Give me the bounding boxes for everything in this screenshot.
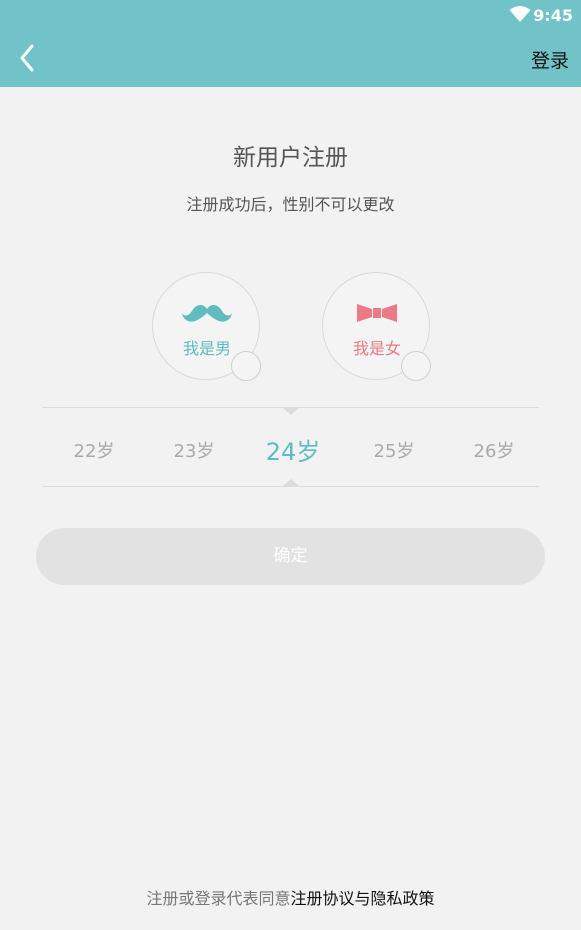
terms-footer: 注册或登录代表同意注册协议与隐私政策 bbox=[0, 885, 581, 909]
agreement-link[interactable]: 注册协议 bbox=[290, 889, 354, 908]
app-bar: 登录 bbox=[0, 30, 581, 87]
terms-conjunction: 与 bbox=[354, 889, 371, 908]
age-option[interactable]: 22岁 bbox=[44, 437, 144, 463]
status-bar: 9:45 bbox=[0, 0, 581, 30]
gender-female-option[interactable]: 我是女 bbox=[322, 272, 431, 381]
gender-male-option[interactable]: 我是男 bbox=[152, 272, 261, 381]
login-button[interactable]: 登录 bbox=[531, 46, 569, 73]
bow-tie-icon bbox=[357, 304, 397, 322]
gender-female-radio[interactable] bbox=[401, 351, 431, 381]
mustache-icon bbox=[182, 305, 232, 322]
age-picker-bottom-indicator bbox=[283, 479, 299, 486]
confirm-button[interactable]: 确定 bbox=[36, 528, 545, 585]
page-title: 新用户注册 bbox=[233, 145, 348, 171]
gender-male-radio[interactable] bbox=[231, 351, 261, 381]
age-picker-bottom-divider bbox=[42, 486, 539, 487]
age-option[interactable]: 25岁 bbox=[344, 437, 444, 463]
age-option[interactable]: 26岁 bbox=[444, 437, 544, 463]
wifi-icon bbox=[509, 6, 531, 22]
age-option-selected[interactable]: 24岁 bbox=[243, 432, 343, 467]
page-subtitle: 注册成功后，性别不可以更改 bbox=[186, 195, 395, 214]
privacy-policy-link[interactable]: 隐私政策 bbox=[371, 889, 435, 908]
terms-prefix: 注册或登录代表同意 bbox=[146, 889, 291, 908]
status-time: 9:45 bbox=[533, 6, 573, 25]
age-option[interactable]: 23岁 bbox=[144, 437, 244, 463]
age-picker-top-indicator bbox=[283, 408, 299, 415]
back-arrow-icon[interactable] bbox=[14, 42, 42, 74]
